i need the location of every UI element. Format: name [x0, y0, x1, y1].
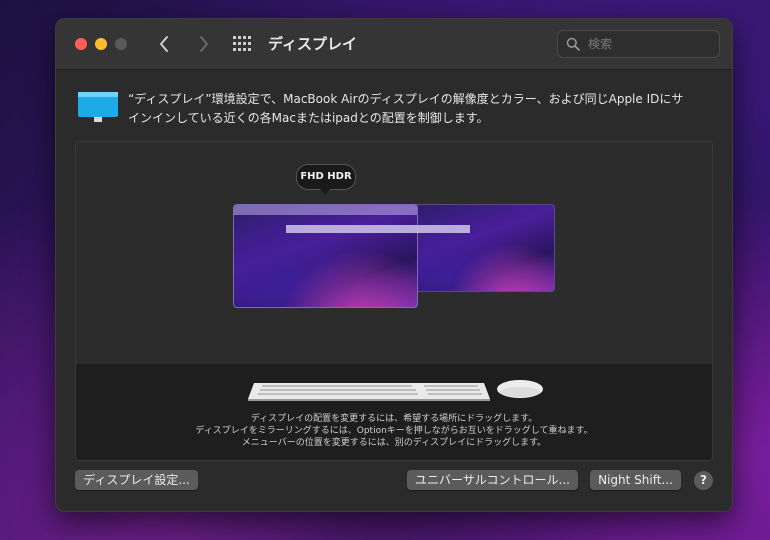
- night-shift-button[interactable]: Night Shift...: [590, 470, 681, 490]
- search-field[interactable]: 検索: [557, 30, 720, 58]
- universal-control-button[interactable]: ユニバーサルコントロール...: [407, 470, 578, 490]
- title-bar: ディスプレイ 検索: [56, 19, 732, 70]
- description-line: “ディスプレイ”環境設定で、MacBook Airのディスプレイの解像度とカラー…: [128, 92, 684, 106]
- show-all-button[interactable]: [232, 35, 252, 53]
- display-icon: [78, 92, 118, 122]
- arrangement-canvas: FHD HDR: [76, 142, 712, 364]
- hint-text: ディスプレイをミラーリングするには、Optionキーを押しながらお互いをドラッグ…: [195, 426, 593, 436]
- search-placeholder: 検索: [588, 37, 613, 51]
- display-preferences-window: ディスプレイ 検索 “ディスプレイ”環境設定で、MacBook Airのディスプ…: [55, 18, 733, 512]
- badge-pointer: [319, 188, 331, 195]
- minimize-button[interactable]: [95, 38, 107, 50]
- description-line: インインしている近くの各Macまたはipadとの配置を制御します。: [128, 111, 489, 125]
- display-settings-button[interactable]: ディスプレイ設定...: [75, 470, 198, 490]
- description-text: “ディスプレイ”環境設定で、MacBook Airのディスプレイの解像度とカラー…: [128, 90, 708, 128]
- chevron-left-icon: [160, 36, 168, 52]
- menu-bar-indicator[interactable]: [234, 205, 417, 215]
- secondary-display[interactable]: [412, 204, 555, 292]
- window-title: ディスプレイ: [268, 35, 357, 53]
- input-devices-area: ディスプレイの配置を変更するには、希望する場所にドラッグします。 ディスプレイを…: [76, 364, 712, 460]
- mouse-icon: [497, 380, 543, 398]
- help-button[interactable]: ?: [694, 471, 713, 490]
- zoom-button[interactable]: [115, 38, 127, 50]
- search-icon: [566, 37, 580, 51]
- main-display[interactable]: [233, 204, 418, 308]
- chevron-right-icon: [200, 36, 208, 52]
- display-arrangement-area: FHD HDR ディスプレイの配置を変更するには、希望する場所にドラッグします。…: [75, 141, 713, 461]
- keyboard-icon: [248, 383, 490, 401]
- hint-text: ディスプレイの配置を変更するには、希望する場所にドラッグします。: [250, 414, 538, 424]
- forward-button[interactable]: [191, 32, 215, 56]
- grid-icon: [233, 36, 251, 51]
- close-button[interactable]: [75, 38, 87, 50]
- hint-text: メニューバーの位置を変更するには、別のディスプレイにドラッグします。: [241, 438, 547, 448]
- display-name-badge: FHD HDR: [296, 164, 356, 190]
- back-button[interactable]: [153, 32, 177, 56]
- menu-bar-drag-handle[interactable]: [286, 225, 470, 233]
